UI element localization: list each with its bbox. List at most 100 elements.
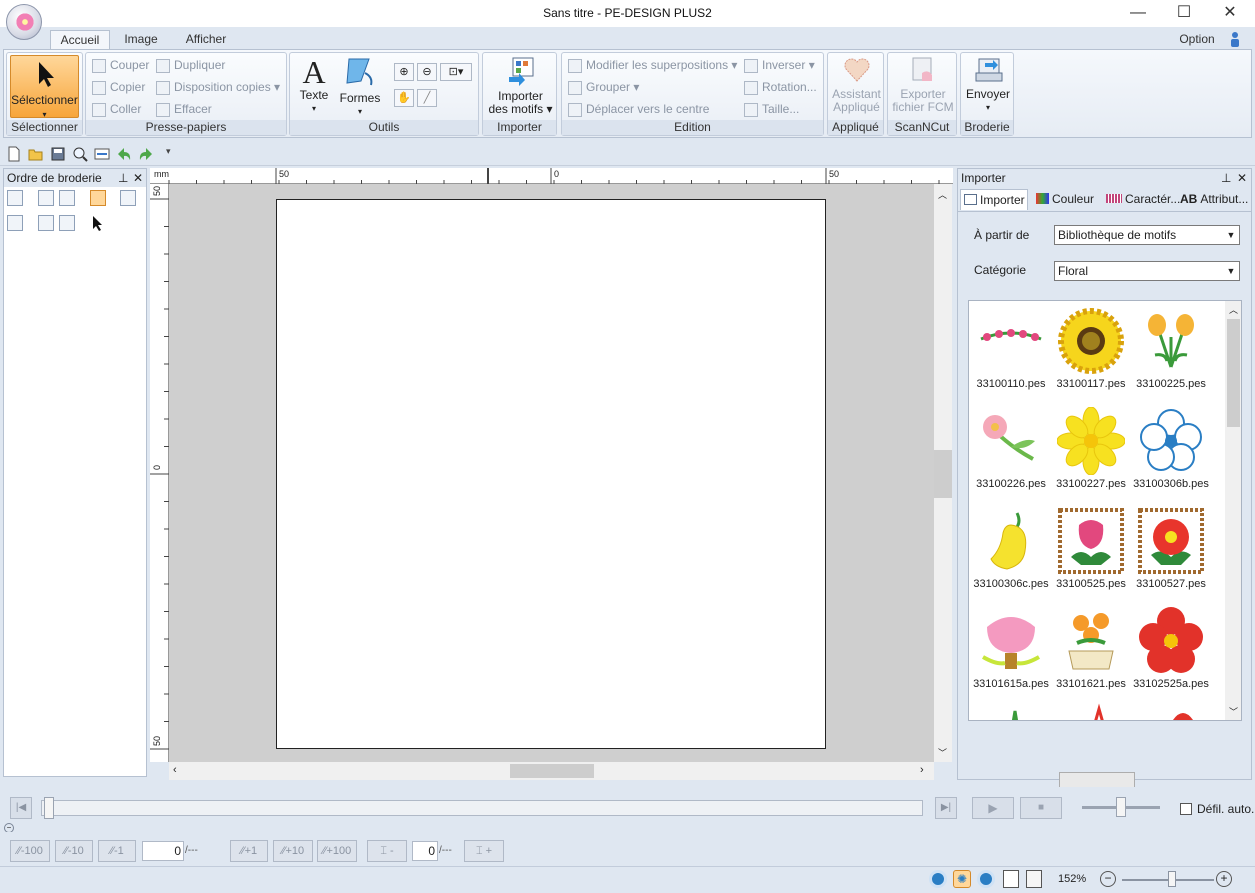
measure-icon[interactable]: ╱	[417, 89, 437, 107]
step-plus-100-button[interactable]: ⁄⁄+100	[317, 840, 357, 862]
category-select[interactable]: Floral ▼	[1054, 261, 1240, 281]
select-button[interactable]: Sélectionner ▾	[10, 55, 79, 119]
design-canvas[interactable]	[169, 184, 934, 762]
scroll-thumb[interactable]	[510, 764, 594, 778]
motif-item[interactable]: 33101621.pes	[1051, 603, 1131, 703]
copy-button[interactable]: Copier	[92, 78, 145, 96]
color-count-field[interactable]: 0	[412, 841, 438, 861]
modify-overlap-button[interactable]: Modifier les superpositions ▾	[568, 56, 737, 74]
motif-scrollbar[interactable]: ︿ ﹀	[1225, 301, 1241, 720]
tab-accueil[interactable]: Accueil	[50, 30, 110, 49]
redo-icon[interactable]	[138, 146, 154, 162]
vertical-scrollbar[interactable]: ︿ ﹀	[934, 184, 952, 762]
slider-thumb[interactable]	[44, 797, 54, 819]
stitch-count-field[interactable]: 0	[142, 841, 184, 861]
zoom-out-icon[interactable]: ⊖	[417, 63, 437, 81]
motif-item[interactable]: 33100225.pes	[1131, 303, 1211, 403]
applique-wizard-button[interactable]: Assistant Appliqué	[830, 55, 883, 118]
design-property-icon[interactable]	[94, 146, 110, 162]
auto-scroll-checkbox[interactable]	[1180, 803, 1192, 815]
motif-item[interactable]: 33100306b.pes	[1131, 403, 1211, 503]
pointer-icon[interactable]	[90, 215, 106, 231]
tab-afficher[interactable]: Afficher	[178, 30, 234, 49]
design-page[interactable]	[276, 199, 826, 749]
duplicate-button[interactable]: Dupliquer	[156, 56, 225, 74]
page-icon[interactable]	[1026, 870, 1042, 888]
pin-icon[interactable]: ⊥	[118, 169, 128, 187]
application-menu-button[interactable]	[6, 4, 42, 40]
color-prev-button[interactable]: ⌶ -	[367, 840, 407, 862]
view-realistic-icon[interactable]	[929, 870, 947, 888]
step-plus-1-button[interactable]: ⁄⁄+1	[230, 840, 268, 862]
move-center-button[interactable]: Déplacer vers le centre	[568, 100, 709, 118]
tab-color[interactable]: Couleur	[1036, 189, 1094, 210]
select-frame-icon[interactable]	[90, 190, 106, 206]
text-tool-button[interactable]: A Texte ▾	[294, 55, 334, 118]
zoom-in-button[interactable]: +	[1216, 871, 1232, 887]
minimize-button[interactable]: —	[1115, 0, 1161, 27]
scroll-left-icon[interactable]: ‹	[173, 764, 177, 776]
motif-item[interactable]: 33100117.pes	[1051, 303, 1131, 403]
layout-copies-button[interactable]: Disposition copies ▾	[156, 78, 280, 96]
scroll-right-icon[interactable]: ›	[920, 764, 924, 776]
zoom-icon[interactable]	[72, 146, 88, 162]
paste-button[interactable]: Coller	[92, 100, 141, 118]
frame-icon[interactable]	[120, 190, 136, 206]
fit-view-icon[interactable]	[7, 190, 23, 206]
zoom-out-button[interactable]: −	[1100, 871, 1116, 887]
motif-item[interactable]: 33100227.pes	[1051, 403, 1131, 503]
save-icon[interactable]	[50, 146, 66, 162]
maximize-button[interactable]: ☐	[1161, 0, 1207, 27]
tab-attributes[interactable]: AB Attribut...	[1180, 189, 1248, 210]
shapes-tool-button[interactable]: Formes ▾	[338, 55, 382, 118]
zoom-in-icon[interactable]: ⊕	[394, 63, 414, 81]
close-button[interactable]: ✕	[1207, 0, 1253, 27]
option-menu[interactable]: Option	[1172, 30, 1222, 49]
go-end-icon[interactable]: ▶|	[935, 797, 957, 819]
horizontal-scrollbar[interactable]: ‹ ›	[169, 762, 934, 780]
close-icon[interactable]: ✕	[1237, 169, 1247, 187]
speed-slider-thumb[interactable]	[1116, 797, 1126, 817]
view-outline-icon[interactable]	[977, 870, 995, 888]
cut-button[interactable]: Couper	[92, 56, 149, 74]
undo-icon[interactable]	[116, 146, 132, 162]
motif-list[interactable]: 33100110.pes 33100117.pes 33100225.pes 3…	[968, 300, 1242, 721]
motif-item[interactable]: 33100306c.pes	[971, 503, 1051, 603]
move-front-icon[interactable]	[38, 190, 54, 206]
new-file-icon[interactable]	[6, 146, 22, 162]
motif-item[interactable]: 33102525a.pes	[1131, 603, 1211, 703]
step-plus-10-button[interactable]: ⁄⁄+10	[273, 840, 313, 862]
customize-toolbar-icon[interactable]: ▾	[166, 146, 171, 157]
user-icon[interactable]	[1230, 31, 1240, 47]
motif-item[interactable]: 33100525.pes	[1051, 503, 1131, 603]
group-objects-button[interactable]: Grouper ▾	[568, 78, 639, 96]
from-select[interactable]: Bibliothèque de motifs ▼	[1054, 225, 1240, 245]
motif-item[interactable]: 33101615a.pes	[971, 603, 1051, 703]
scroll-down-icon[interactable]: ﹀	[938, 746, 947, 759]
play-icon[interactable]: ▶	[972, 797, 1014, 819]
invert-button[interactable]: Inverser ▾	[744, 56, 815, 74]
zoom-slider-thumb[interactable]	[1168, 871, 1176, 887]
motif-item[interactable]: 33100110.pes	[971, 303, 1051, 403]
scroll-down-icon[interactable]: ﹀	[1229, 705, 1238, 718]
tab-image[interactable]: Image	[118, 30, 164, 49]
color-merge-icon[interactable]	[38, 215, 54, 231]
scroll-up-icon[interactable]: ︿	[938, 188, 947, 201]
stop-icon[interactable]: ■	[1020, 797, 1062, 819]
export-fcm-button[interactable]: Exporter fichier FCM	[890, 55, 956, 118]
step-minus-100-button[interactable]: ⁄⁄-100	[10, 840, 50, 862]
erase-button[interactable]: Effacer	[156, 100, 212, 118]
scroll-thumb[interactable]	[1227, 319, 1240, 427]
pin-icon[interactable]: ⊥	[1221, 169, 1231, 187]
connect-icon[interactable]	[7, 215, 23, 231]
step-minus-10-button[interactable]: ⁄⁄-10	[55, 840, 93, 862]
go-start-icon[interactable]: |◀	[10, 797, 32, 819]
rotation-button[interactable]: Rotation...	[744, 78, 817, 96]
motif-item[interactable]: 33100226.pes	[971, 403, 1051, 503]
size-button[interactable]: Taille...	[744, 100, 799, 118]
color-split-icon[interactable]	[59, 215, 75, 231]
open-folder-icon[interactable]	[28, 146, 44, 162]
color-next-button[interactable]: ⌶ +	[464, 840, 504, 862]
stitch-progress-slider[interactable]	[41, 797, 923, 819]
scroll-thumb[interactable]	[934, 450, 952, 498]
